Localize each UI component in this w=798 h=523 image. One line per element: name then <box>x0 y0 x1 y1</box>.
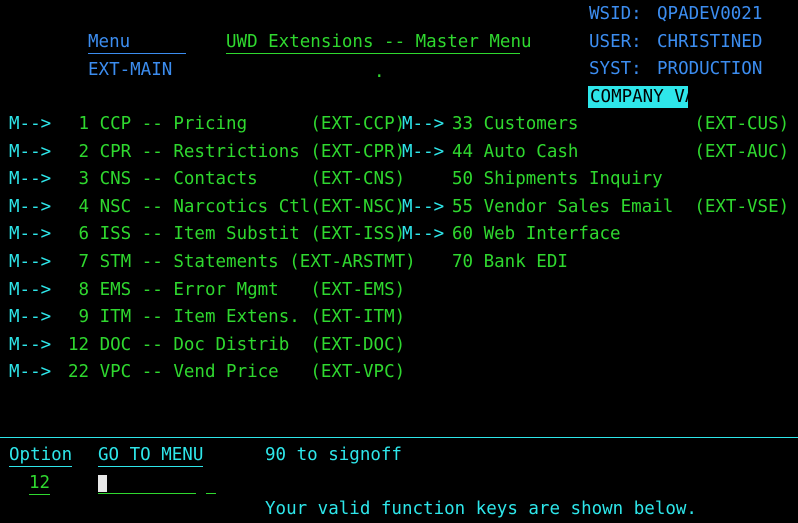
title-dot: . <box>374 62 385 82</box>
menu-item[interactable]: 8 EMS -- Error Mgmt (EXT-EMS) <box>68 279 406 301</box>
menu-item[interactable]: 6 ISS -- Item Substit (EXT-ISS) <box>68 223 406 245</box>
syst-value: PRODUCTION <box>657 59 763 79</box>
menu-item[interactable]: 7 STM -- Statements (EXT-ARSTMT) <box>68 251 416 273</box>
menu-item[interactable]: 3 CNS -- Contacts (EXT-CNS) <box>68 168 406 190</box>
syst-label: SYST: <box>589 59 642 79</box>
menu-marker: M--> <box>9 362 52 383</box>
company-badge: COMPANY VA <box>588 86 696 108</box>
wsid-label: WSID: <box>589 4 642 24</box>
menu-item[interactable]: 44 Auto Cash (EXT-AUC) <box>452 141 789 163</box>
menu-marker: M--> <box>9 279 52 300</box>
user-value: CHRISTINED <box>657 32 763 52</box>
option-value: 12 <box>29 473 51 495</box>
function-keys-text: Your valid function keys are shown below… <box>265 499 697 519</box>
menu-item[interactable]: 2 CPR -- Restrictions (EXT-CPR) <box>68 141 406 163</box>
menu-item[interactable]: 60 Web Interface <box>452 223 621 245</box>
menu-marker: M--> <box>9 334 52 355</box>
menu-item[interactable]: 12 DOC -- Doc Distrib (EXT-DOC) <box>68 334 405 356</box>
menu-item[interactable]: 22 VPC -- Vend Price (EXT-VPC) <box>68 361 405 383</box>
menu-marker: M--> <box>9 307 52 328</box>
menu-marker: M--> <box>402 114 445 134</box>
footer-divider <box>0 437 798 438</box>
user-label: USER: <box>589 32 642 52</box>
menu-marker: M--> <box>9 224 52 245</box>
menu-label: Menu <box>88 31 186 54</box>
menu-item[interactable]: 70 Bank EDI <box>452 251 568 273</box>
menu-marker: M--> <box>9 169 52 190</box>
menu-marker: M--> <box>9 114 52 134</box>
menu-marker: M--> <box>9 252 52 272</box>
menu-marker: M--> <box>402 224 445 245</box>
goto-menu-input[interactable] <box>98 493 196 494</box>
menu-marker: M--> <box>9 141 52 162</box>
screen-title: UWD Extensions -- Master Menu <box>226 32 532 54</box>
menu-item[interactable]: 50 Shipments Inquiry <box>452 168 663 190</box>
menu-item[interactable]: 4 NSC -- Narcotics Ctl(EXT-NSC) <box>68 196 406 218</box>
menu-marker: M--> <box>9 196 52 217</box>
goto-menu-input-extra[interactable] <box>206 493 216 494</box>
wsid-value: QPADEV0021 <box>657 4 763 24</box>
menu-item[interactable]: 9 ITM -- Item Extens. (EXT-ITM) <box>68 306 406 328</box>
menu-item[interactable]: 1 CCP -- Pricing (EXT-CCP) <box>68 113 406 135</box>
option-label: Option <box>9 445 73 467</box>
menu-item[interactable]: 55 Vendor Sales Email (EXT-VSE) <box>452 196 789 218</box>
menu-marker: M--> <box>402 196 445 217</box>
menu-code: EXT-MAIN <box>88 60 173 80</box>
signoff-text: 90 to signoff <box>265 445 402 465</box>
menu-marker: M--> <box>402 141 445 162</box>
menu-item[interactable]: 33 Customers (EXT-CUS) <box>452 113 789 135</box>
text-cursor <box>98 475 107 492</box>
goto-menu-label: GO TO MENU <box>98 445 204 467</box>
